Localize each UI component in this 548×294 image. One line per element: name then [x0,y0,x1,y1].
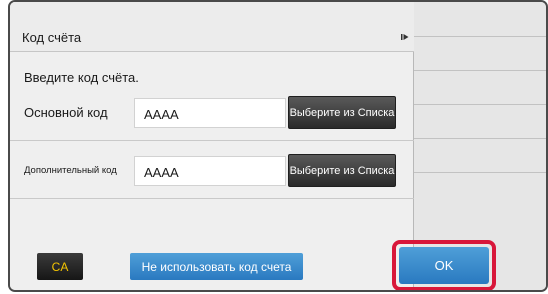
row-divider [10,198,414,199]
main-code-select-button[interactable]: Выберите из Списка [288,96,396,129]
no-account-code-button[interactable]: Не использовать код счета [130,253,303,280]
sub-code-field[interactable]: AAAA [134,156,286,186]
side-panel-divider [414,172,546,173]
sub-code-select-button[interactable]: Выберите из Списка [288,154,396,187]
side-panel-divider [414,138,546,139]
side-panel-divider [414,70,546,71]
triangle-right-icon [401,34,409,40]
dialog-title: Код счёта [22,30,82,45]
side-panel-divider [414,104,546,105]
main-code-field[interactable]: AAAA [134,98,286,128]
main-code-label: Основной код [24,105,108,120]
row-divider [10,140,414,141]
clear-all-button[interactable]: CA [37,253,83,280]
ok-button[interactable]: OK [399,247,489,284]
sub-code-label: Дополнительный код [24,165,117,176]
side-panel-divider [414,36,546,37]
dialog-header: Код счёта [10,2,414,52]
collapse-panel-tab[interactable] [396,24,414,50]
touch-panel-screen: Код счёта Введите код счёта. Основной ко… [8,0,548,292]
instruction-text: Введите код счёта. [24,70,139,85]
account-code-dialog: Код счёта Введите код счёта. Основной ко… [10,2,414,290]
